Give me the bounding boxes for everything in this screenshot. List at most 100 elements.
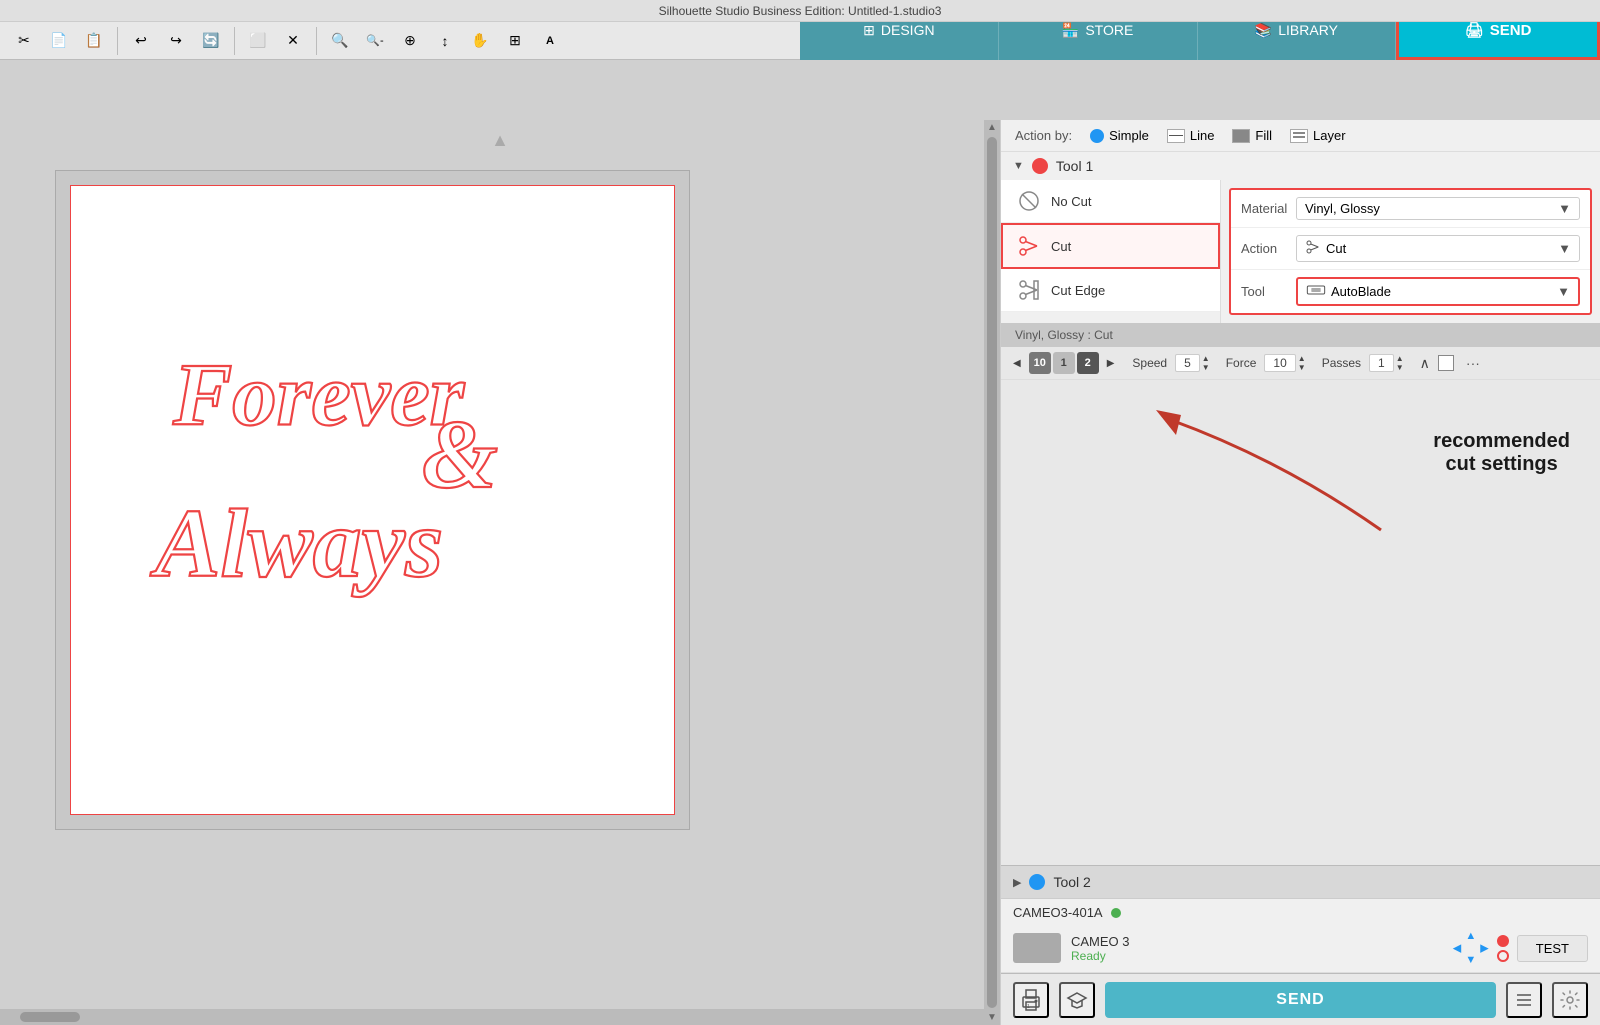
radio-layer-box	[1290, 129, 1308, 143]
status-circles	[1497, 935, 1509, 962]
radio-layer[interactable]: Layer	[1290, 128, 1346, 143]
tool2-collapse-arrow[interactable]: ▶	[1013, 876, 1021, 889]
artwork-svg: Forever & Always	[113, 318, 633, 638]
passes-value: 1	[1369, 354, 1394, 372]
material-dropdown[interactable]: Vinyl, Glossy ▼	[1296, 197, 1580, 220]
cut-settings-strip: ◀ 10 1 2 ▶ Speed 5 ▲ ▼ Force 10	[1001, 347, 1600, 380]
radio-fill[interactable]: Fill	[1232, 128, 1272, 143]
radio-fill-label: Fill	[1255, 128, 1272, 143]
tool-dropdown[interactable]: AutoBlade ▼	[1296, 277, 1580, 306]
more-btn[interactable]: ···	[1466, 355, 1480, 371]
library-icon: 📚	[1255, 22, 1272, 39]
list-icon	[1514, 990, 1534, 1010]
passes-control: 1 ▲ ▼	[1369, 354, 1404, 372]
autoblade-icon	[1306, 282, 1326, 301]
speed-arrows[interactable]: ▲ ▼	[1202, 354, 1210, 372]
tool1-label: Tool 1	[1056, 158, 1093, 174]
scroll-up-btn[interactable]: ▲	[985, 120, 999, 135]
app-title: Silhouette Studio Business Edition: Unti…	[659, 4, 942, 18]
nav-right-arrow[interactable]: ▶	[1480, 942, 1488, 955]
passes-down-arrow[interactable]: ▼	[1396, 363, 1404, 372]
force-label: Force	[1226, 356, 1257, 370]
cut-edge-icon	[1017, 278, 1041, 302]
cut-option[interactable]: Cut	[1001, 223, 1220, 269]
speed-down-arrow[interactable]: ▼	[1202, 363, 1210, 372]
force-control: 10 ▲ ▼	[1264, 354, 1305, 372]
refresh-btn[interactable]: 🔄	[195, 25, 227, 57]
scroll-up-arrow[interactable]: ▲	[491, 130, 509, 151]
new-btn[interactable]: 📄	[43, 25, 75, 57]
add-page-btn[interactable]: ⊞	[499, 25, 531, 57]
printer-icon-btn[interactable]: 1	[1013, 982, 1049, 1018]
cut-tool-btn[interactable]: ✂	[8, 25, 40, 57]
speed-up-arrow[interactable]: ▲	[1202, 354, 1210, 363]
device-controls: ▲ ▼ ◀ ▶ TEST	[1453, 930, 1588, 966]
radio-simple[interactable]: Simple	[1090, 128, 1149, 143]
settings-box: Material Vinyl, Glossy ▼ Action	[1229, 188, 1592, 315]
cut-edge-option[interactable]: Cut Edge	[1001, 269, 1220, 312]
passes-up-arrow[interactable]: ▲	[1396, 354, 1404, 363]
main-area: ▲ Forever & Always	[0, 120, 1600, 1025]
open-btn[interactable]: 📋	[78, 25, 110, 57]
zoom-fit-btn[interactable]: ⊕	[394, 25, 426, 57]
blade-num-10[interactable]: 10	[1029, 352, 1051, 374]
radio-line[interactable]: Line	[1167, 128, 1215, 143]
printer-icon: 1	[1018, 987, 1044, 1013]
tool-setting-label: Tool	[1241, 284, 1296, 299]
test-button[interactable]: TEST	[1517, 935, 1588, 962]
device-info: CAMEO 3 Ready	[1071, 934, 1130, 963]
list-icon-btn[interactable]	[1506, 982, 1542, 1018]
select-btn[interactable]: ⬜	[242, 25, 274, 57]
passes-arrows[interactable]: ▲ ▼	[1396, 354, 1404, 372]
blade-num-2[interactable]: 2	[1077, 352, 1099, 374]
delete-btn[interactable]: ✕	[277, 25, 309, 57]
h-scroll-thumb[interactable]	[20, 1012, 80, 1022]
undo-btn[interactable]: ↩	[125, 25, 157, 57]
cut-edge-label: Cut Edge	[1051, 283, 1105, 298]
force-up-arrow[interactable]: ▲	[1298, 354, 1306, 363]
tool1-header: ▼ Tool 1	[1001, 152, 1600, 180]
send-button[interactable]: SEND	[1105, 982, 1496, 1018]
right-panel: Action by: Simple Line Fill Laye	[1000, 120, 1600, 1025]
hand-btn[interactable]: ✋	[464, 25, 496, 57]
scroll-thumb[interactable]	[987, 137, 997, 1008]
strip-right-arrow[interactable]: ▶	[1107, 358, 1115, 369]
annotation-arrow	[1081, 400, 1481, 600]
blade-nums: 10 1 2	[1029, 352, 1099, 374]
speed-control: 5 ▲ ▼	[1175, 354, 1210, 372]
speed-label: Speed	[1132, 356, 1167, 370]
force-down-arrow[interactable]: ▼	[1298, 363, 1306, 372]
material-label: Material	[1241, 201, 1296, 216]
pan-btn[interactable]: ↕	[429, 25, 461, 57]
zoom-out-btn[interactable]: 🔍-	[359, 25, 391, 57]
nav-left-arrow[interactable]: ◀	[1453, 942, 1461, 955]
no-cut-option[interactable]: No Cut	[1001, 180, 1220, 223]
horizontal-scrollbar[interactable]	[0, 1009, 984, 1025]
vertical-scrollbar[interactable]: ▲ ▼	[984, 120, 1000, 1025]
divider1	[117, 27, 118, 55]
cut-label: Cut	[1051, 239, 1071, 254]
redo-btn[interactable]: ↪	[160, 25, 192, 57]
action-dropdown[interactable]: Cut ▼	[1296, 235, 1580, 262]
scroll-down-btn[interactable]: ▼	[985, 1010, 999, 1025]
gear-icon	[1560, 990, 1580, 1010]
design-icon: ⊞	[863, 22, 875, 39]
blade-num-1[interactable]: 1	[1053, 352, 1075, 374]
square-icon	[1438, 355, 1454, 371]
passes-label: Passes	[1322, 356, 1361, 370]
graduate-icon	[1064, 987, 1090, 1013]
nav-down-arrow[interactable]: ▼	[1465, 954, 1476, 966]
annotation-area: recommended cut settings	[1001, 380, 1600, 865]
strip-left-arrow[interactable]: ◀	[1013, 358, 1021, 369]
status-circle-top	[1497, 935, 1509, 947]
tool-value: AutoBlade	[1331, 284, 1557, 299]
text-btn[interactable]: A	[534, 25, 566, 57]
nav-up-arrow[interactable]: ▲	[1465, 930, 1476, 942]
action-by-label: Action by:	[1015, 128, 1072, 143]
settings-icon-btn[interactable]	[1552, 982, 1588, 1018]
graduate-icon-btn[interactable]	[1059, 982, 1095, 1018]
tool1-collapse-arrow[interactable]: ▼	[1013, 160, 1024, 172]
force-arrows[interactable]: ▲ ▼	[1298, 354, 1306, 372]
annotation-text: recommended cut settings	[1433, 430, 1570, 476]
zoom-in-btn[interactable]: 🔍	[324, 25, 356, 57]
